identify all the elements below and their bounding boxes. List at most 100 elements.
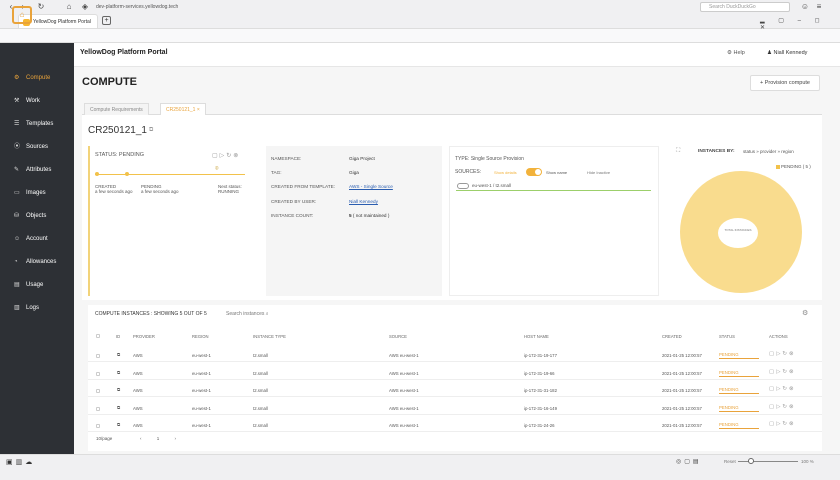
cell-source: AWS eu-west-1 bbox=[389, 388, 419, 393]
col-instance-type[interactable]: INSTANCE TYPE bbox=[253, 334, 286, 339]
profile-icon[interactable]: ☺ bbox=[800, 2, 810, 12]
browser-search-input[interactable]: Search DuckDuckGo bbox=[700, 2, 790, 12]
col-created[interactable]: CREATED bbox=[662, 334, 682, 339]
col-status[interactable]: STATUS bbox=[719, 334, 735, 339]
account-icon: ☺ bbox=[14, 236, 21, 242]
help-label: Help bbox=[733, 50, 745, 56]
copy-id-icon[interactable]: ⧉ bbox=[117, 405, 120, 410]
row-checkbox[interactable] bbox=[96, 354, 100, 358]
copy-id-icon[interactable]: ⧉ bbox=[117, 387, 120, 392]
instances-by-label: INSTANCES BY: bbox=[698, 149, 735, 154]
user-name: Niall Kennedy bbox=[773, 50, 808, 56]
provision-compute-button[interactable]: + Provision compute bbox=[750, 75, 820, 91]
url-field[interactable]: dev-platform-services.yellowdog.tech bbox=[96, 2, 276, 12]
sidebar-item-usage[interactable]: ▤ Usage bbox=[0, 275, 74, 295]
timeline-dot-pending bbox=[125, 172, 129, 176]
zoom-slider[interactable] bbox=[738, 461, 798, 462]
select-all-checkbox[interactable] bbox=[96, 334, 100, 338]
col-source[interactable]: SOURCE bbox=[389, 334, 407, 339]
cell-provider: AWS bbox=[133, 388, 143, 393]
hide-inactive-toggle[interactable]: Hide Inactive bbox=[587, 170, 610, 175]
cell-type: t2.small bbox=[253, 405, 268, 411]
sidebar-item-label: Logs bbox=[26, 305, 40, 311]
pending-legend: PENDING ( 5 ) bbox=[781, 164, 811, 169]
cell-host: ip-172-31-16-149 bbox=[524, 405, 557, 411]
sidebar-item-allowances[interactable]: ◔ Allowances bbox=[0, 252, 74, 272]
menu-icon[interactable]: ≡ bbox=[814, 2, 824, 12]
pagination[interactable]: ‹ 1 › bbox=[140, 436, 183, 441]
col-id[interactable]: ID bbox=[116, 334, 120, 339]
objects-icon: ⛁ bbox=[14, 213, 20, 219]
tab-compute-requirements[interactable]: Compute Requirements bbox=[84, 103, 149, 115]
row-action-icons[interactable]: ▢▷↻⊗ bbox=[769, 421, 796, 427]
bottom-left-icons[interactable]: ▣▥☁ bbox=[6, 458, 35, 466]
tab-cr250121-1[interactable]: CR250121_1 × bbox=[160, 103, 206, 115]
row-checkbox[interactable] bbox=[96, 406, 100, 411]
cell-type: t2.small bbox=[253, 370, 268, 376]
status-badge: PENDING bbox=[719, 352, 759, 359]
sidebar-item-templates[interactable]: ☰ Templates bbox=[0, 114, 74, 134]
browser-tab-title: YellowDog Platform Portal bbox=[33, 19, 91, 25]
table-settings-icon[interactable]: ⚙ bbox=[802, 309, 808, 317]
cell-host: ip-172-31-31-182 bbox=[524, 388, 557, 393]
show-name-toggle[interactable] bbox=[526, 168, 542, 176]
status-action-icons[interactable]: ▢▷↻⊗ bbox=[212, 152, 240, 159]
help-link[interactable]: ⚙ Help bbox=[727, 50, 745, 56]
row-action-icons[interactable]: ▢▷↻⊗ bbox=[769, 369, 796, 375]
yellowdog-logo-icon[interactable]: ⌂ bbox=[12, 6, 32, 24]
sidebar-item-images[interactable]: ▭ Images bbox=[0, 183, 74, 203]
cell-source: AWS eu-west-1 bbox=[389, 353, 419, 358]
sidebar-item-compute[interactable]: ⚙ Compute bbox=[0, 68, 74, 88]
cell-created: 2021-01-25 12:00:57 bbox=[662, 353, 702, 358]
work-icon: ⚒ bbox=[14, 98, 20, 104]
cell-source: AWS eu-west-1 bbox=[389, 423, 419, 428]
row-checkbox[interactable] bbox=[96, 389, 100, 393]
show-details-label: Show details bbox=[494, 170, 517, 175]
copy-id-icon[interactable]: ⧉ bbox=[117, 370, 120, 375]
browser-url-bar bbox=[0, 29, 840, 43]
copy-id-icon[interactable]: ⧉ bbox=[117, 422, 120, 427]
row-action-icons[interactable]: ▢▷↻⊗ bbox=[769, 386, 796, 392]
sidebar-item-label: Images bbox=[26, 190, 46, 196]
sidebar-item-sources[interactable]: ⦿ Sources bbox=[0, 137, 74, 157]
row-checkbox[interactable] bbox=[96, 371, 100, 376]
sidebar-item-account[interactable]: ☺ Account bbox=[0, 229, 74, 249]
row-action-icons[interactable]: ▢▷↻⊗ bbox=[769, 404, 796, 410]
sidebar-item-label: Allowances bbox=[26, 259, 57, 265]
instance-count-label: INSTANCE COUNT: bbox=[271, 213, 314, 218]
instances-search-input[interactable]: Search instances ⌕ bbox=[226, 311, 269, 317]
sidebar-item-attributes[interactable]: ✎ Attributes bbox=[0, 160, 74, 180]
home-icon[interactable]: ⌂ bbox=[64, 2, 74, 12]
created-by-link[interactable]: Niall Kennedy bbox=[349, 199, 378, 204]
col-host-name[interactable]: HOST NAME bbox=[524, 334, 549, 339]
new-tab-icon[interactable]: + bbox=[102, 16, 111, 25]
sidebar-item-logs[interactable]: ▥ Logs bbox=[0, 298, 74, 318]
zoom-thumb[interactable] bbox=[748, 458, 754, 464]
col-provider[interactable]: PROVIDER bbox=[133, 334, 155, 339]
page-size-select[interactable]: 10/page bbox=[96, 436, 112, 441]
sidebar-item-objects[interactable]: ⛁ Objects bbox=[0, 206, 74, 226]
sidebar-item-label: Compute bbox=[26, 75, 51, 81]
sidebar-item-label: Sources bbox=[26, 144, 49, 150]
expand-icon[interactable]: ⛶ bbox=[676, 148, 680, 155]
zoom-reset[interactable]: Reset bbox=[724, 459, 736, 464]
row-action-icons[interactable]: ▢▷↻⊗ bbox=[769, 351, 796, 357]
status-bar bbox=[0, 454, 840, 480]
cell-region: eu-west-1 bbox=[192, 423, 211, 428]
user-menu[interactable]: ♟ Niall Kennedy bbox=[767, 50, 807, 56]
template-link[interactable]: AWS - Single Source bbox=[349, 184, 393, 189]
sidebar-item-work[interactable]: ⚒ Work bbox=[0, 91, 74, 111]
allowances-icon: ◔ bbox=[14, 259, 18, 265]
reload-icon[interactable]: ↻ bbox=[36, 2, 46, 12]
cell-region: eu-west-1 bbox=[192, 388, 211, 393]
cell-host: ip-172-31-24-26 bbox=[524, 423, 555, 428]
copy-id-icon[interactable]: ⧉ bbox=[117, 352, 120, 357]
cell-host: ip-172-31-19-66 bbox=[524, 370, 555, 376]
col-region[interactable]: REGION bbox=[192, 334, 209, 339]
attributes-icon: ✎ bbox=[14, 167, 20, 173]
row-checkbox[interactable] bbox=[96, 424, 100, 428]
bottom-right-icons[interactable]: ◎▢▤ bbox=[676, 458, 702, 465]
sidebar-item-label: Objects bbox=[26, 213, 47, 219]
copy-icon[interactable]: ⧉ bbox=[149, 127, 153, 134]
instances-by-value[interactable]: status » provider » region bbox=[743, 149, 794, 154]
